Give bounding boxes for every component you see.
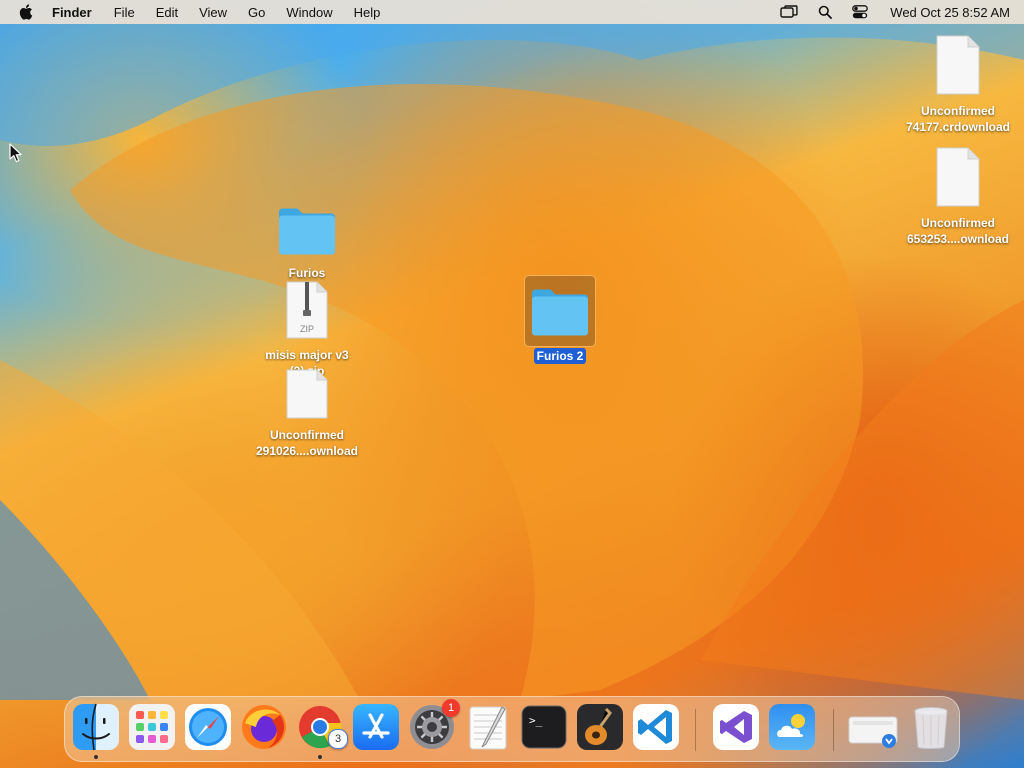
vscode-icon — [633, 704, 679, 750]
zip-file-icon: ZIP — [284, 280, 330, 345]
dock-launchpad[interactable] — [128, 703, 176, 751]
dock-terminal[interactable]: >_ — [520, 703, 568, 751]
wallpaper — [0, 0, 1024, 700]
desktop-file-unconfirmed-653253[interactable]: Unconfirmed 653253....ownload — [900, 146, 1016, 247]
dock-separator — [833, 709, 834, 751]
desktop-file-unconfirmed-291026[interactable]: Unconfirmed 291026....ownload — [249, 368, 365, 459]
terminal-icon: >_ — [521, 705, 567, 749]
textedit-icon — [469, 706, 507, 750]
dock-trash[interactable] — [907, 703, 955, 751]
dock-vscode[interactable] — [632, 703, 680, 751]
downloads-stack-icon — [848, 716, 898, 748]
firefox-icon — [242, 705, 286, 749]
dock-firefox[interactable] — [240, 703, 288, 751]
desktop-file-zip[interactable]: ZIP misis major v3 (3).zip — [249, 280, 365, 379]
mouse-cursor-icon — [9, 143, 22, 163]
apple-menu-icon[interactable] — [18, 4, 34, 20]
desktop-icon-label: Unconfirmed 74177.crdownload — [905, 104, 1011, 134]
dock: 3 1 >_ — [64, 696, 960, 762]
desktop-file-unconfirmed-74177[interactable]: Unconfirmed 74177.crdownload — [900, 34, 1016, 135]
document-icon — [284, 368, 330, 425]
menu-app-name[interactable]: Finder — [52, 5, 92, 20]
desktop-icon-label: Unconfirmed 653253....ownload — [906, 216, 1010, 246]
screen-mirroring-icon[interactable] — [780, 5, 798, 19]
desktop-folder-furios-2[interactable]: Furios 2 — [502, 275, 618, 364]
folder-icon — [524, 275, 596, 347]
menu-help[interactable]: Help — [354, 5, 381, 20]
menu-window[interactable]: Window — [286, 5, 332, 20]
menu-go[interactable]: Go — [248, 5, 265, 20]
dock-downloads-stack[interactable] — [847, 703, 899, 751]
dock-visual-studio[interactable] — [712, 703, 760, 751]
weather-icon — [769, 704, 815, 750]
chrome-window-count: 3 — [328, 729, 348, 749]
desktop-icon-label: Unconfirmed 291026....ownload — [255, 428, 359, 458]
menu-clock[interactable]: Wed Oct 25 8:52 AM — [890, 5, 1010, 20]
selected-label: Furios 2 — [533, 348, 587, 364]
dock-finder[interactable] — [72, 703, 120, 759]
running-indicator — [318, 755, 322, 759]
garageband-icon — [577, 704, 623, 750]
finder-icon — [73, 703, 119, 751]
terminal-prompt: >_ — [529, 714, 543, 727]
zip-label: ZIP — [299, 324, 314, 334]
dock-system-settings[interactable]: 1 — [408, 699, 460, 751]
desktop-icon-label: Furios 2 — [502, 348, 618, 364]
dock-separator — [695, 709, 696, 751]
folder-icon — [275, 202, 339, 263]
menu-bar: Finder File Edit View Go Window Help Wed… — [0, 0, 1024, 24]
dock-textedit[interactable] — [464, 703, 512, 751]
app-store-icon — [353, 704, 399, 750]
dock-weather[interactable] — [768, 703, 816, 751]
safari-icon — [185, 704, 231, 750]
desktop-folder-furios[interactable]: Furios — [249, 202, 365, 281]
notification-badge: 1 — [442, 699, 460, 717]
menu-extras: Wed Oct 25 8:52 AM — [760, 5, 1010, 20]
running-indicator — [94, 755, 98, 759]
desktop-icon-label: Furios — [288, 266, 326, 280]
document-icon — [933, 34, 983, 101]
menu-file[interactable]: File — [114, 5, 135, 20]
dock-garageband[interactable] — [576, 703, 624, 751]
visual-studio-icon — [713, 704, 759, 750]
dock-chrome[interactable]: 3 — [296, 703, 348, 759]
spotlight-search-icon[interactable] — [818, 5, 833, 19]
launchpad-icon — [129, 704, 175, 750]
control-center-icon[interactable] — [852, 5, 869, 19]
document-icon — [933, 146, 983, 213]
menu-view[interactable]: View — [199, 5, 227, 20]
trash-icon — [914, 707, 948, 749]
dock-safari[interactable] — [184, 703, 232, 751]
menu-edit[interactable]: Edit — [156, 5, 178, 20]
dock-app-store[interactable] — [352, 703, 400, 751]
